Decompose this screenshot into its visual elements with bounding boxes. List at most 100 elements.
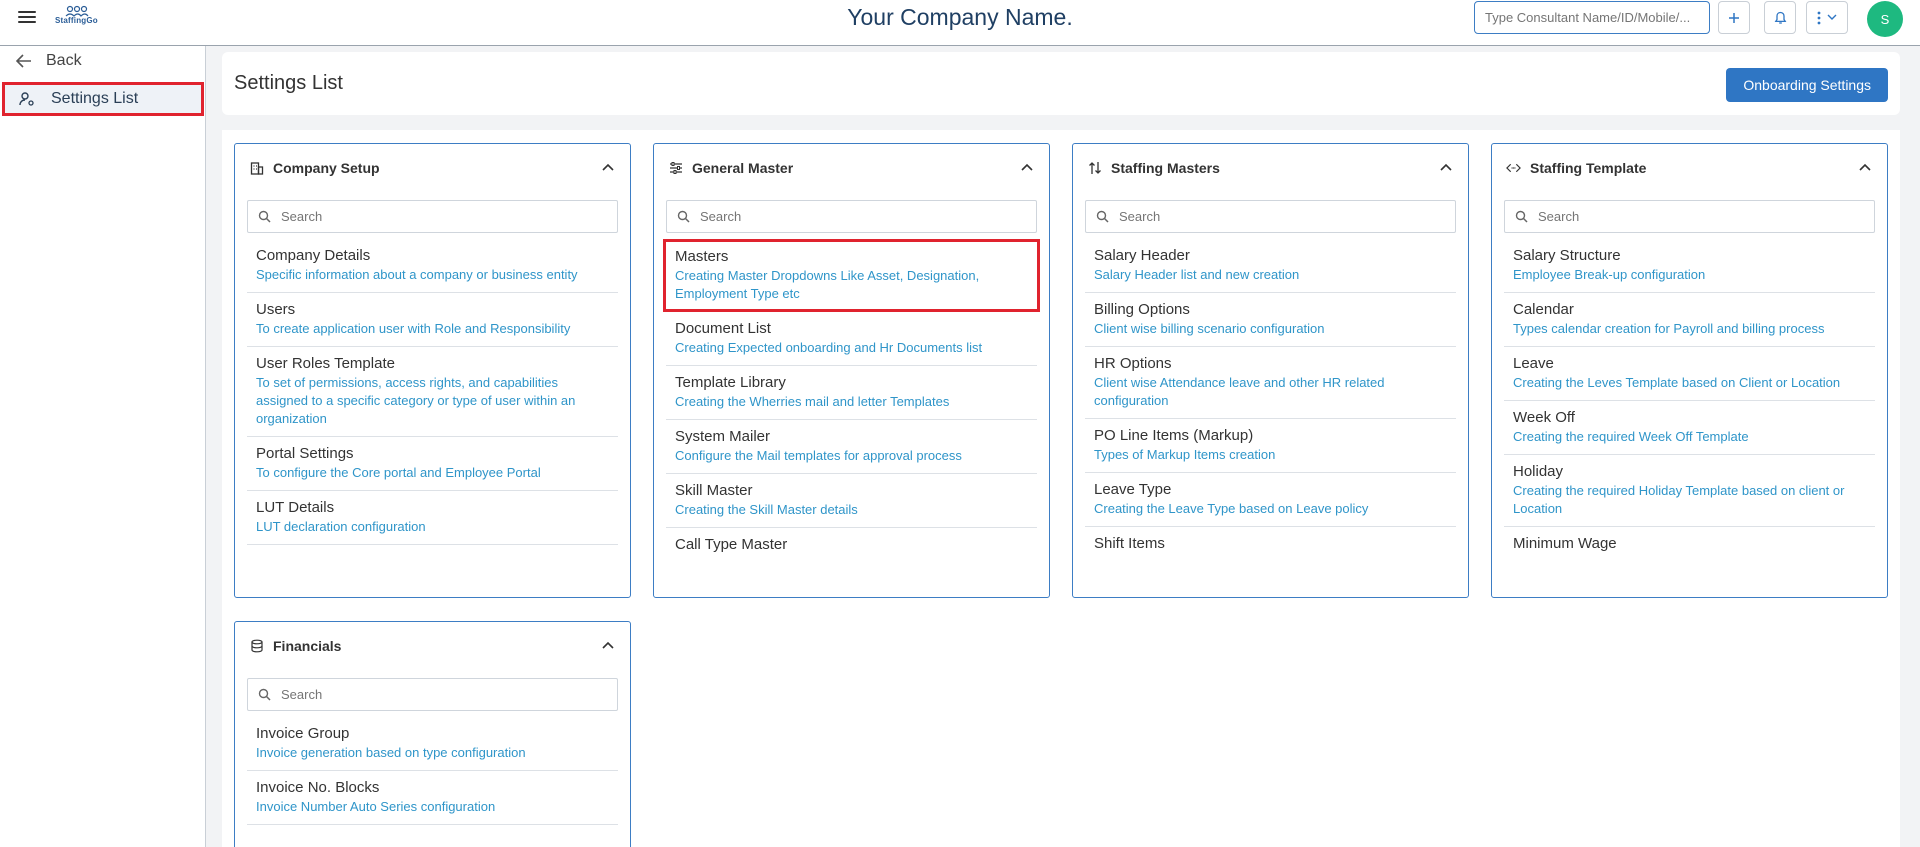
list-item-skill-master[interactable]: Skill Master Creating the Skill Master d… [666, 474, 1037, 528]
search-input[interactable] [1538, 209, 1858, 224]
list-item-week-off[interactable]: Week Off Creating the required Week Off … [1504, 401, 1875, 455]
item-title: LUT Details [256, 499, 335, 516]
list-item-invoice-group[interactable]: Invoice Group Invoice generation based o… [247, 717, 618, 771]
item-title: Users [256, 301, 296, 318]
item-description: Creating the Wherries mail and letter Te… [675, 394, 950, 409]
sort-icon [1087, 161, 1102, 176]
card-search [1504, 200, 1875, 233]
item-title: HR Options [1094, 355, 1172, 372]
settings-list-label: Settings List [51, 90, 139, 107]
list-item-leave-type[interactable]: Leave Type Creating the Leave Type based… [1085, 473, 1456, 527]
card-header[interactable]: Financials [235, 622, 630, 670]
onboarding-settings-button[interactable]: Onboarding Settings [1726, 68, 1888, 102]
item-title: Template Library [675, 374, 786, 391]
item-title: System Mailer [675, 428, 771, 445]
list-item-users[interactable]: Users To create application user with Ro… [247, 293, 618, 347]
list-item-leave[interactable]: Leave Creating the Leves Template based … [1504, 347, 1875, 401]
item-title: User Roles Template [256, 355, 395, 372]
consultant-search-input[interactable] [1474, 1, 1710, 34]
card-financials: Financials Invoice Group Invoice generat… [234, 621, 631, 847]
list-item-invoice-no-blocks[interactable]: Invoice No. Blocks Invoice Number Auto S… [247, 771, 618, 825]
list-item-lut-details[interactable]: LUT Details LUT declaration configuratio… [247, 491, 618, 545]
chevron-down-icon [1827, 14, 1837, 20]
card-title: Financials [273, 638, 342, 654]
item-title: Salary Structure [1513, 247, 1621, 264]
add-button[interactable] [1718, 1, 1750, 34]
card-search [666, 200, 1037, 233]
list-item-masters[interactable]: Masters Creating Master Dropdowns Like A… [663, 239, 1040, 312]
chevron-up-icon[interactable] [600, 637, 616, 653]
database-icon [249, 639, 264, 654]
item-title: Calendar [1513, 301, 1574, 318]
list-item-company-details[interactable]: Company Details Specific information abo… [247, 239, 618, 293]
item-title: Company Details [256, 247, 371, 264]
list-item-minimum-wage[interactable]: Minimum Wage [1504, 527, 1875, 561]
sidebar-item-settings-list[interactable]: Settings List [2, 82, 204, 116]
item-description: Creating the required Week Off Template [1513, 429, 1749, 444]
item-description: Configure the Mail templates for approva… [675, 448, 962, 463]
card-header[interactable]: Company Setup [235, 144, 630, 192]
search-input[interactable] [700, 209, 1020, 224]
item-description: Creating the Skill Master details [675, 502, 858, 517]
list-item-salary-structure[interactable]: Salary Structure Employee Break-up confi… [1504, 239, 1875, 293]
item-description: Creating Master Dropdowns Like Asset, De… [675, 268, 980, 301]
item-title: Week Off [1513, 409, 1575, 426]
avatar[interactable]: S [1867, 1, 1903, 37]
list-item-calendar[interactable]: Calendar Types calendar creation for Pay… [1504, 293, 1875, 347]
card-title: Staffing Template [1530, 160, 1647, 176]
item-description: To set of permissions, access rights, an… [256, 375, 576, 426]
card-staffing-template: Staffing Template Salary Structure Emplo… [1491, 143, 1888, 598]
back-button[interactable]: Back [16, 52, 82, 70]
list-item-user-roles-template[interactable]: User Roles Template To set of permission… [247, 347, 618, 437]
search-input[interactable] [281, 687, 601, 702]
item-title: Holiday [1513, 463, 1564, 480]
list-item-billing-options[interactable]: Billing Options Client wise billing scen… [1085, 293, 1456, 347]
list-item-holiday[interactable]: Holiday Creating the required Holiday Te… [1504, 455, 1875, 527]
item-description: Client wise Attendance leave and other H… [1094, 375, 1385, 408]
card-search [247, 200, 618, 233]
item-title: Shift Items [1094, 535, 1165, 552]
item-title: Salary Header [1094, 247, 1190, 264]
search-icon [258, 688, 271, 701]
list-item-shift-items[interactable]: Shift Items [1085, 527, 1456, 561]
list-item-template-library[interactable]: Template Library Creating the Wherries m… [666, 366, 1037, 420]
list-item-hr-options[interactable]: HR Options Client wise Attendance leave … [1085, 347, 1456, 419]
item-description: Creating the required Holiday Template b… [1513, 483, 1845, 516]
notifications-button[interactable] [1764, 1, 1796, 34]
card-title: Staffing Masters [1111, 160, 1220, 176]
item-description: Salary Header list and new creation [1094, 267, 1300, 282]
back-label: Back [46, 52, 82, 69]
chevron-up-icon[interactable] [1438, 159, 1454, 175]
card-header[interactable]: Staffing Template [1492, 144, 1887, 192]
item-description: To create application user with Role and… [256, 321, 571, 336]
item-description: LUT declaration configuration [256, 519, 426, 534]
logo-text: StaffingGo [55, 16, 98, 25]
item-description: To configure the Core portal and Employe… [256, 465, 541, 480]
list-item-system-mailer[interactable]: System Mailer Configure the Mail templat… [666, 420, 1037, 474]
card-title: Company Setup [273, 160, 380, 176]
more-options-button[interactable] [1806, 1, 1848, 34]
list-item-document-list[interactable]: Document List Creating Expected onboardi… [666, 312, 1037, 366]
item-title: Billing Options [1094, 301, 1190, 318]
card-search [247, 678, 618, 711]
chevron-up-icon[interactable] [1857, 159, 1873, 175]
item-description: Invoice generation based on type configu… [256, 745, 526, 760]
kebab-icon [1817, 11, 1821, 24]
building-icon [249, 161, 264, 176]
card-header[interactable]: Staffing Masters [1073, 144, 1468, 192]
item-description: Types of Markup Items creation [1094, 447, 1276, 462]
chevron-up-icon[interactable] [600, 159, 616, 175]
page-header: Settings List Onboarding Settings [222, 52, 1900, 115]
item-title: Leave Type [1094, 481, 1172, 498]
list-item-portal-settings[interactable]: Portal Settings To configure the Core po… [247, 437, 618, 491]
list-item-salary-header[interactable]: Salary Header Salary Header list and new… [1085, 239, 1456, 293]
list-item-po-line-items[interactable]: PO Line Items (Markup) Types of Markup I… [1085, 419, 1456, 473]
item-title: Invoice No. Blocks [256, 779, 380, 796]
search-input[interactable] [281, 209, 601, 224]
card-header[interactable]: General Master [654, 144, 1049, 192]
search-input[interactable] [1119, 209, 1439, 224]
list-item-call-type-master[interactable]: Call Type Master [666, 528, 1037, 562]
page-title: Settings List [234, 72, 343, 94]
hamburger-menu-icon[interactable] [18, 8, 36, 24]
chevron-up-icon[interactable] [1019, 159, 1035, 175]
